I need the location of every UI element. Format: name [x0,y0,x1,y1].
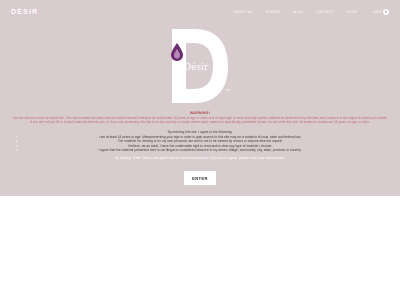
desir-logo: Désir [168,27,230,105]
nav-shop[interactable]: SHOP [347,10,357,14]
cart-label: CART [373,10,382,14]
warning-intro-text: You are about to enter an adult site. Th… [12,116,388,125]
nav-blog[interactable]: BLOG [293,10,303,14]
warning-title: WARNING! [189,111,211,115]
trademark-mark: TM [226,88,231,92]
nav-about-us[interactable]: ABOUT US [234,10,253,14]
terms-list: 1I am at least 18 years of age. Misrepre… [12,135,388,152]
nav-pursue[interactable]: PURSUE [266,10,281,14]
cart-count-badge: 0 [383,9,389,15]
enter-button[interactable]: ENTER [184,171,216,185]
cart-button[interactable]: CART 0 [373,9,389,16]
terms-list-title: By entering this site, I agree to the fo… [167,130,233,134]
list-item: 4I agree that the material presented her… [16,147,302,152]
closing-text: By clicking "Enter" below, you agree wit… [115,156,285,160]
main-nav: ABOUT US PURSUE BLOG CONTACT SHOP [0,10,400,18]
nav-contact[interactable]: CONTACT [316,10,333,14]
age-gate-hero: DÉSIR ABOUT US PURSUE BLOG CONTACT SHOP … [0,0,400,196]
logo-wordmark: Désir [184,62,209,73]
